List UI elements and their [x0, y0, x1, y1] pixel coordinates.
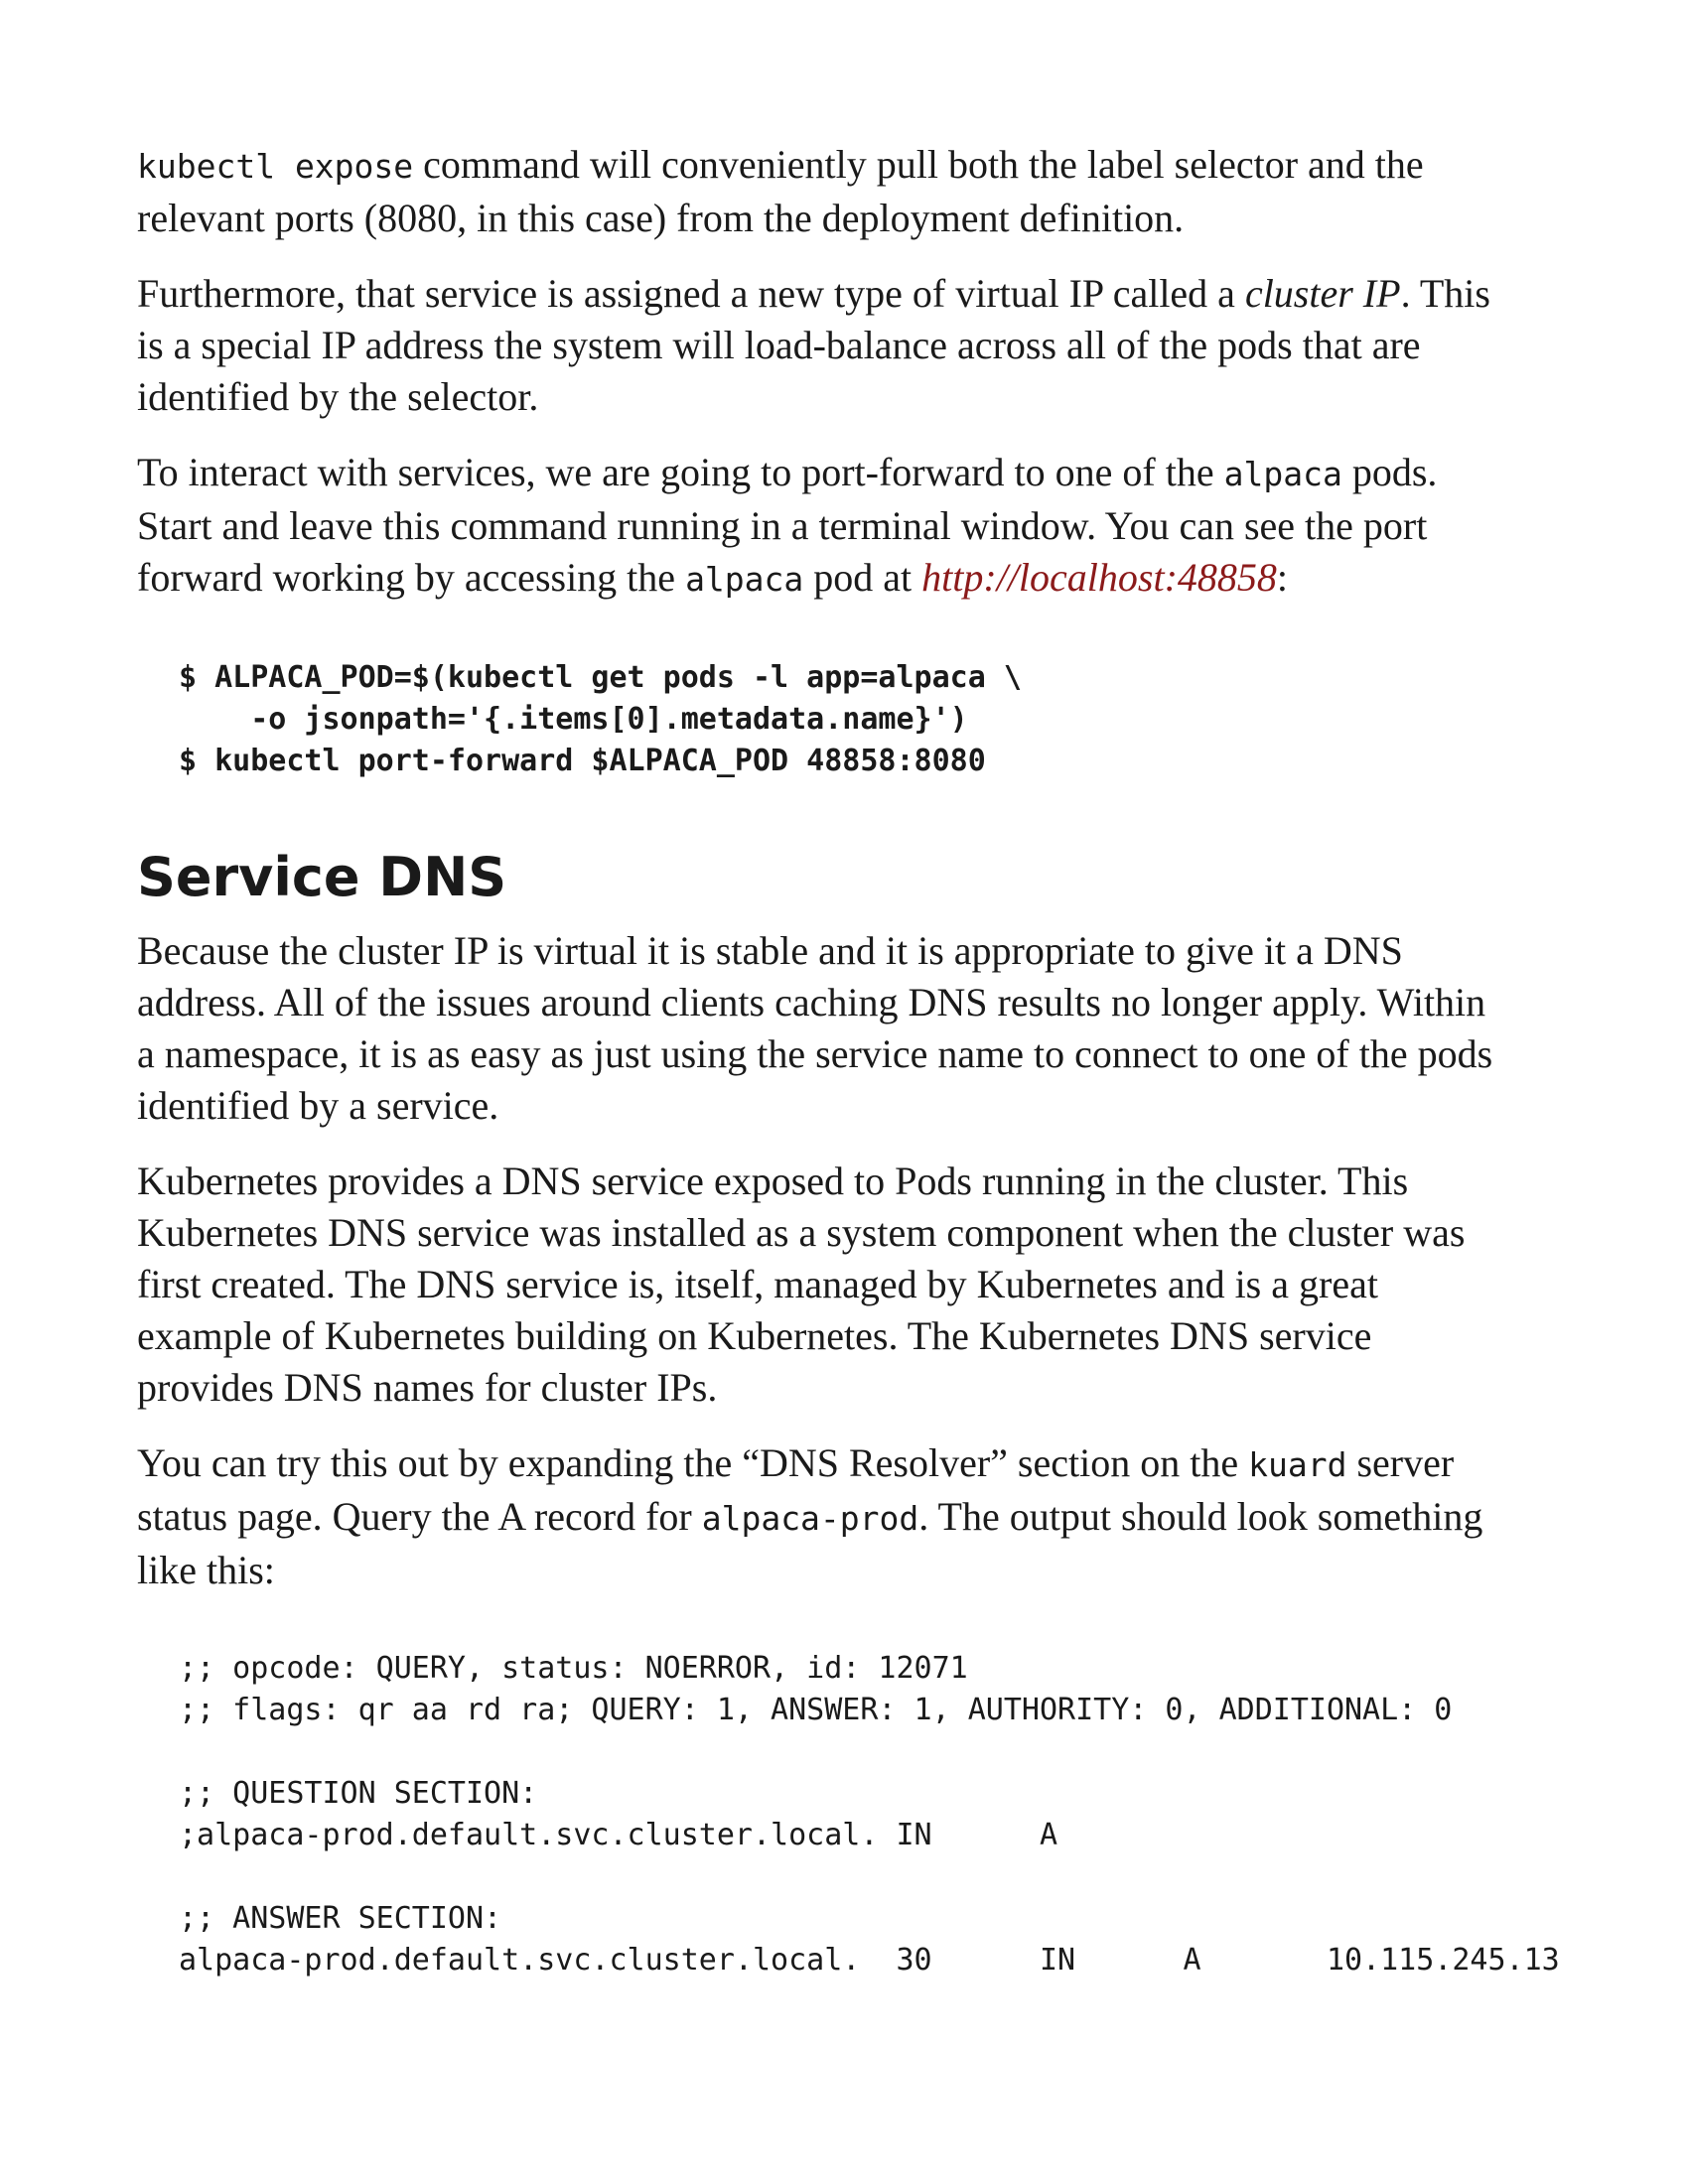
- text-line: identified by the selector.: [137, 374, 539, 419]
- text-span: . The output should look something: [918, 1494, 1483, 1539]
- paragraph-cluster-ip: Furthermore, that service is assigned a …: [137, 268, 1557, 423]
- text-span: . This: [1400, 271, 1490, 316]
- text-line: a namespace, it is as easy as just using…: [137, 1031, 1493, 1076]
- text-span: To interact with services, we are going …: [137, 450, 1224, 494]
- text-span: status page. Query the A record for: [137, 1494, 702, 1539]
- text-line: provides DNS names for cluster IPs.: [137, 1365, 718, 1410]
- code-line: ;; opcode: QUERY, status: NOERROR, id: 1…: [179, 1651, 968, 1686]
- section-heading: Service DNS: [137, 846, 507, 908]
- text-line: example of Kubernetes building on Kubern…: [137, 1313, 1372, 1358]
- code-line: $ ALPACA_POD=$(kubectl get pods -l app=a…: [179, 660, 1022, 695]
- text-span: command will conveniently pull both the …: [413, 142, 1424, 187]
- paragraph-dns-resolver: You can try this out by expanding the “D…: [137, 1437, 1557, 1596]
- code-block-port-forward: $ ALPACA_POD=$(kubectl get pods -l app=a…: [137, 657, 1557, 782]
- code-block-dns-output: ;; opcode: QUERY, status: NOERROR, id: 1…: [137, 1648, 1560, 1981]
- inline-code: kuard: [1248, 1445, 1347, 1484]
- inline-code: kubectl expose: [137, 147, 414, 186]
- localhost-link[interactable]: http://localhost:48858: [921, 555, 1277, 600]
- text-line: status page. Query the A record for alpa…: [137, 1491, 1557, 1545]
- text-line: Kubernetes provides a DNS service expose…: [137, 1159, 1409, 1203]
- text-line: kubectl expose command will conveniently…: [137, 139, 1557, 193]
- text-line: Furthermore, that service is assigned a …: [137, 268, 1557, 320]
- text-span: forward working by accessing the: [137, 555, 686, 600]
- paragraph-port-forward: To interact with services, we are going …: [137, 447, 1557, 606]
- text-span: Furthermore, that service is assigned a …: [137, 271, 1245, 316]
- paragraph-cluster-ip-dns: Because the cluster IP is virtual it is …: [137, 925, 1557, 1132]
- code-line: ;; flags: qr aa rd ra; QUERY: 1, ANSWER:…: [179, 1693, 1453, 1727]
- text-span: pods.: [1341, 450, 1438, 494]
- emphasis-cluster-ip: cluster IP: [1244, 271, 1401, 316]
- paragraph-kubernetes-dns: Kubernetes provides a DNS service expose…: [137, 1156, 1557, 1414]
- paragraph-expose-command: kubectl expose command will conveniently…: [137, 139, 1557, 244]
- code-line: alpaca-prod.default.svc.cluster.local. 3…: [179, 1943, 1560, 1978]
- page-content: kubectl expose command will conveniently…: [137, 139, 1560, 1981]
- text-span: :: [1276, 555, 1289, 600]
- text-line: forward working by accessing the alpaca …: [137, 552, 1557, 606]
- text-line: identified by a service.: [137, 1083, 499, 1128]
- text-line: You can try this out by expanding the “D…: [137, 1437, 1557, 1491]
- text-line: Because the cluster IP is virtual it is …: [137, 928, 1403, 973]
- text-span: server: [1346, 1440, 1455, 1485]
- text-span: You can try this out by expanding the “D…: [137, 1440, 1249, 1485]
- code-line: ;alpaca-prod.default.svc.cluster.local. …: [179, 1818, 1058, 1852]
- inline-code: alpaca: [1223, 455, 1342, 493]
- text-line: Kubernetes DNS service was installed as …: [137, 1210, 1466, 1255]
- text-line: like this:: [137, 1548, 275, 1592]
- code-line: ;; QUESTION SECTION:: [179, 1776, 538, 1811]
- code-line: ;; ANSWER SECTION:: [179, 1901, 502, 1936]
- text-line: address. All of the issues around client…: [137, 980, 1486, 1024]
- code-line: $ kubectl port-forward $ALPACA_POD 48858…: [179, 744, 986, 778]
- text-line: relevant ports (8080, in this case) from…: [137, 196, 1185, 240]
- code-line: -o jsonpath='{.items[0].metadata.name}'): [179, 702, 968, 737]
- inline-code: alpaca: [685, 560, 804, 599]
- text-line: first created. The DNS service is, itsel…: [137, 1262, 1378, 1306]
- inline-code: alpaca-prod: [701, 1499, 919, 1538]
- text-line: To interact with services, we are going …: [137, 447, 1557, 500]
- text-line: Start and leave this command running in …: [137, 503, 1428, 548]
- text-line: is a special IP address the system will …: [137, 323, 1421, 367]
- text-span: pod at: [803, 555, 922, 600]
